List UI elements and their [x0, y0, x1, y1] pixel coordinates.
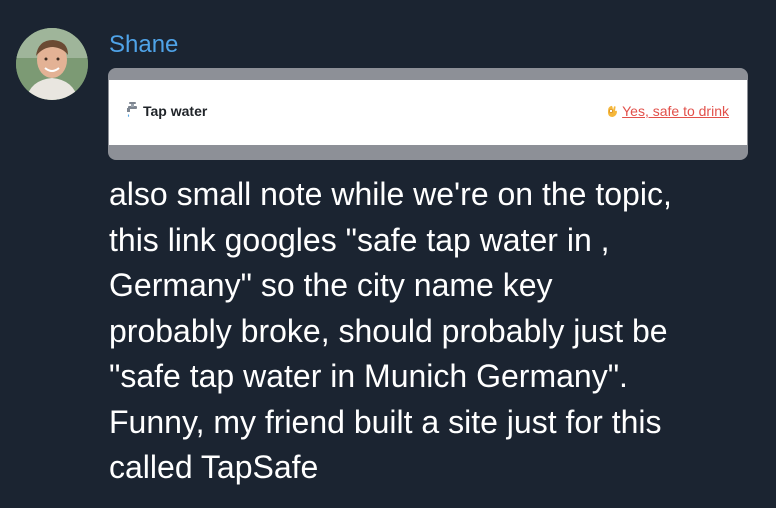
message-line: also small note while we're on the topic… [109, 176, 672, 212]
message-line: Funny, my friend built a site just for t… [109, 403, 662, 440]
attachment-card: Tap water Yes, safe to drink [109, 80, 747, 145]
user-avatar[interactable] [16, 28, 88, 100]
tap-water-label: Tap water [143, 103, 208, 119]
message-line: "safe tap water in Munich Germany". [109, 358, 628, 394]
avatar-photo [16, 28, 88, 100]
message-line: probably broke, should probably just be [109, 312, 668, 349]
chat-message: Shane Tap water Yes, safe to drink also … [0, 0, 776, 508]
attachment-preview[interactable]: Tap water Yes, safe to drink [108, 68, 748, 160]
faucet-icon [127, 102, 137, 117]
message-text: also small note while we're on the topic… [109, 172, 759, 491]
ok-hand-icon [608, 105, 618, 117]
message-line: called TapSafe [109, 449, 319, 485]
message-line: this link googles "safe tap water in , [109, 221, 610, 258]
author-name[interactable]: Shane [109, 30, 178, 60]
message-line: Germany" so the city name key [109, 267, 553, 303]
safe-to-drink-link[interactable]: Yes, safe to drink [605, 102, 729, 120]
safe-to-drink-text: Yes, safe to drink [622, 103, 729, 119]
